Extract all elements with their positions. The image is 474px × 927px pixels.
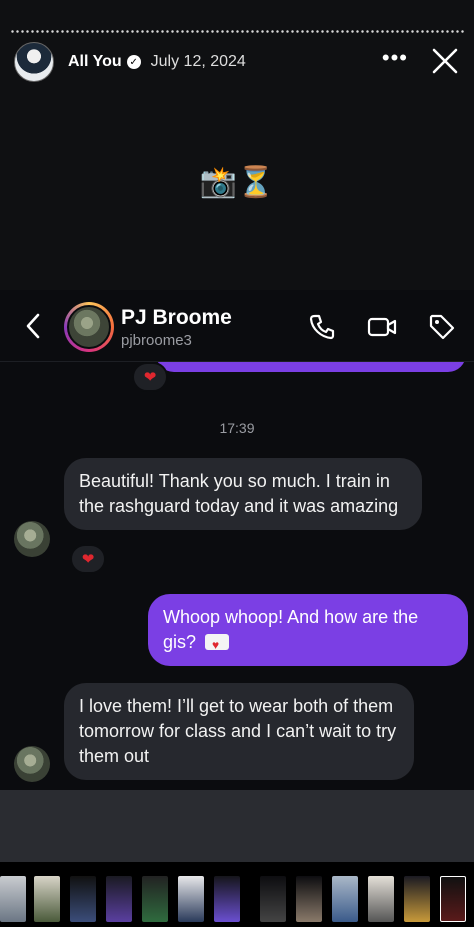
incoming-message[interactable]: I love them! I’ll get to wear both of th… <box>64 683 414 780</box>
outgoing-message[interactable]: Whoop whoop! And how are the gis? <box>148 594 468 666</box>
video-camera-icon[interactable] <box>367 312 397 342</box>
story-thumbnail[interactable] <box>214 876 240 922</box>
verified-badge-icon: ✓ <box>126 55 141 69</box>
sender-avatar[interactable] <box>14 746 50 782</box>
message-composer-area[interactable] <box>0 790 474 862</box>
story-thumbnail[interactable] <box>404 876 430 922</box>
story-header: All You ✓ July 12, 2024 ••• <box>14 42 460 82</box>
story-thumbnail[interactable] <box>0 876 26 922</box>
story-thumbnail[interactable] <box>296 876 322 922</box>
dm-conversation: ❤ PJ Broome pjbroome3 17:39 Beautiful! T… <box>0 290 474 790</box>
contact-name[interactable]: PJ Broome <box>121 306 232 330</box>
heart-reaction: ❤ <box>132 362 168 392</box>
story-thumbnail-current[interactable] <box>440 876 466 922</box>
story-avatar[interactable] <box>14 42 54 82</box>
close-icon[interactable] <box>430 46 460 76</box>
contact-avatar[interactable] <box>64 302 114 352</box>
incoming-message[interactable]: Beautiful! Thank you so much. I train in… <box>64 458 422 530</box>
story-progress-bar <box>10 30 464 33</box>
tag-icon[interactable] <box>427 312 457 342</box>
story-thumbnails-strip <box>0 862 474 927</box>
sender-avatar[interactable] <box>14 521 50 557</box>
story-date: July 12, 2024 <box>150 53 246 70</box>
story-viewer: All You ✓ July 12, 2024 ••• 📸⏳ <box>0 0 474 290</box>
message-timestamp: 17:39 <box>219 420 255 436</box>
phone-icon[interactable] <box>307 312 337 342</box>
story-thumbnail[interactable] <box>34 876 60 922</box>
contact-handle: pjbroome3 <box>121 332 192 349</box>
more-horizontal-icon[interactable]: ••• <box>382 47 408 69</box>
story-emoji-caption: 📸⏳ <box>199 165 275 200</box>
story-username[interactable]: All You <box>68 53 122 71</box>
story-thumbnail[interactable] <box>332 876 358 922</box>
outgoing-message-text: Whoop whoop! And how are the gis? <box>163 607 419 652</box>
story-thumbnail[interactable] <box>260 876 286 922</box>
story-thumbnail[interactable] <box>368 876 394 922</box>
love-letter-icon <box>205 633 230 658</box>
heart-reaction: ❤ <box>70 544 106 574</box>
story-thumbnail[interactable] <box>178 876 204 922</box>
story-thumbnail[interactable] <box>70 876 96 922</box>
story-thumbnail[interactable] <box>106 876 132 922</box>
back-chevron-icon[interactable] <box>22 312 46 340</box>
chat-header: PJ Broome pjbroome3 <box>0 290 474 362</box>
story-thumbnail[interactable] <box>142 876 168 922</box>
